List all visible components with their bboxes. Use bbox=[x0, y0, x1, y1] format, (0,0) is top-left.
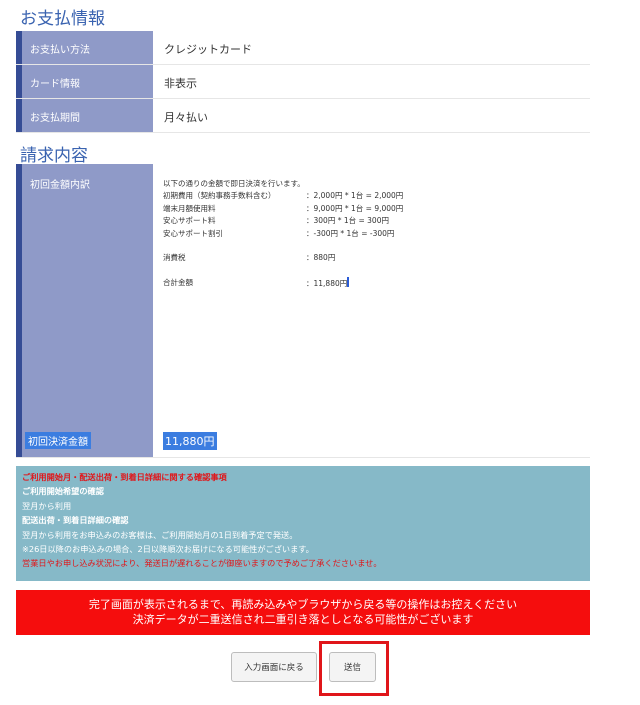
notice-subheading-start: ご利用開始希望の確認 bbox=[22, 486, 104, 497]
payment-section-title: お支払情報 bbox=[20, 9, 105, 29]
back-to-input-button[interactable]: 入力画面に戻る bbox=[231, 652, 317, 682]
payment-method-row: お支払い方法 クレジットカード bbox=[16, 31, 590, 65]
payment-period-label: お支払期間 bbox=[16, 99, 153, 132]
billing-section-title: 請求内容 bbox=[20, 146, 88, 166]
submit-button[interactable]: 送信 bbox=[329, 652, 376, 682]
warning-line-2: 決済データが二重送信され二重引き落としとなる可能性がございます bbox=[132, 613, 474, 626]
notice-delay-warning: 営業日やお申し込み状況により、発送日が遅れることが御座いますので予めご了承くださ… bbox=[22, 558, 382, 569]
payment-period-value: 月々払い bbox=[164, 111, 208, 124]
initial-breakdown-row: 初回金額内訳 以下の通りの金額で即日決済を行います。 初期費用（契約事務手数料含… bbox=[16, 164, 590, 422]
notice-heading: ご利用開始月・配送出荷・到着日詳細に関する確認事項 bbox=[22, 472, 227, 482]
initial-payment-row: 初回決済金額 11,880円 bbox=[16, 422, 590, 458]
confirmation-notice: ご利用開始月・配送出荷・到着日詳細に関する確認事項 ご利用開始希望の確認 翌月か… bbox=[16, 466, 590, 581]
initial-breakdown-label: 初回金額内訳 bbox=[16, 164, 153, 422]
notice-subheading-delivery: 配送出荷・到着日詳細の確認 bbox=[22, 515, 129, 526]
notice-start-text: 翌月から利用 bbox=[22, 500, 72, 511]
notice-delivery-text: 翌月から利用をお申込みのお客様は、ご利用開始月の1日到着予定で発送。 bbox=[22, 529, 298, 540]
payment-method-value: クレジットカード bbox=[164, 43, 252, 56]
payment-period-row: お支払期間 月々払い bbox=[16, 99, 590, 133]
payment-method-label: お支払い方法 bbox=[16, 31, 153, 64]
text-cursor bbox=[347, 277, 350, 288]
notice-delivery-note: ※26日以降のお申込みの場合、2日以降順次お届けになる可能性がございます。 bbox=[22, 544, 314, 555]
double-submit-warning: 完了画面が表示されるまで、再読み込みやブラウザから戻る等の操作はお控えください … bbox=[16, 590, 590, 635]
card-info-value: 非表示 bbox=[164, 77, 197, 90]
initial-payment-label: 初回決済金額 bbox=[25, 432, 91, 449]
card-info-label: カード情報 bbox=[16, 65, 153, 98]
initial-payment-label-cell: 初回決済金額 bbox=[16, 422, 153, 457]
card-info-row: カード情報 非表示 bbox=[16, 65, 590, 99]
initial-payment-amount: 11,880円 bbox=[163, 432, 217, 450]
warning-line-1: 完了画面が表示されるまで、再読み込みやブラウザから戻る等の操作はお控えください bbox=[88, 598, 518, 611]
